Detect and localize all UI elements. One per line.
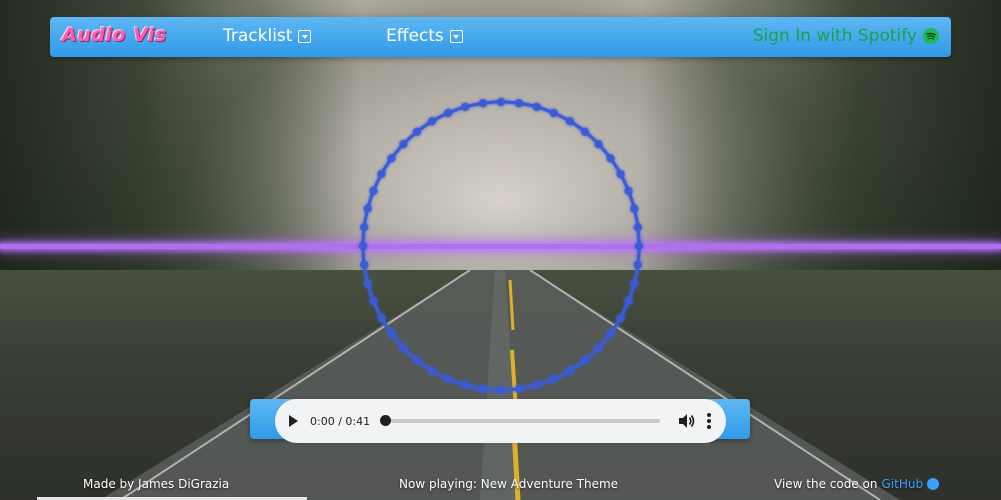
visualizer-bead xyxy=(412,356,422,365)
visualizer-bead xyxy=(580,127,590,136)
app-background: Audio Vis Tracklist Effects Sign In with… xyxy=(0,0,1001,500)
visualizer-bead xyxy=(532,102,541,112)
visualizer-bead xyxy=(478,99,488,108)
visualizer-bead xyxy=(369,296,378,306)
footer-github: View the code on GitHub xyxy=(774,477,940,491)
visualizer-bead xyxy=(594,140,603,149)
duration: 0:41 xyxy=(345,414,371,428)
time-display: 0:00 / 0:41 xyxy=(310,415,370,428)
visualizer-bead xyxy=(444,374,453,384)
tracklist-label: Tracklist xyxy=(223,26,293,46)
github-link[interactable]: GitHub xyxy=(882,477,924,491)
chevron-down-box-icon xyxy=(449,29,463,43)
visualizer-bead xyxy=(532,380,541,390)
navbar: Audio Vis Tracklist Effects Sign In with… xyxy=(50,17,951,57)
visualizer-bead xyxy=(377,313,386,323)
more-vertical-icon[interactable] xyxy=(706,413,712,429)
visualizer-bead xyxy=(630,279,639,288)
visualizer-bead xyxy=(594,343,603,352)
visualizer-bead xyxy=(363,204,372,213)
spotify-signin-button[interactable]: Sign In with Spotify xyxy=(753,26,939,46)
visualizer-bead xyxy=(634,241,644,251)
volume-icon[interactable] xyxy=(678,413,696,429)
progress-slider[interactable] xyxy=(380,415,660,426)
visualizer-bead xyxy=(633,260,642,269)
effects-dropdown[interactable]: Effects xyxy=(386,26,463,46)
visualizer-bead xyxy=(360,260,369,269)
effects-label: Effects xyxy=(386,26,444,46)
audio-player[interactable]: 0:00 / 0:41 xyxy=(275,399,726,443)
time-separator: / xyxy=(334,414,346,428)
current-time: 0:00 xyxy=(310,414,335,428)
visualizer-bead xyxy=(580,356,590,365)
visualizer-bead xyxy=(377,169,386,179)
tracklist-dropdown[interactable]: Tracklist xyxy=(223,26,312,46)
visualizer-bead xyxy=(514,99,524,108)
footer-code-prefix: View the code on xyxy=(774,477,878,491)
visualizer-bead xyxy=(630,204,639,213)
visualizer-bead xyxy=(565,117,575,126)
visualizer-bead xyxy=(412,127,422,136)
footer-credit: Made by James DiGrazia xyxy=(83,477,230,491)
visualizer-bead xyxy=(624,186,633,196)
visualizer-bead xyxy=(427,366,437,375)
visualizer-bead xyxy=(399,140,408,149)
spotify-icon xyxy=(923,28,939,44)
visualizer-bead xyxy=(606,154,615,163)
play-icon[interactable] xyxy=(289,415,298,427)
brand-logo[interactable]: Audio Vis xyxy=(62,24,167,46)
visualizer-bead xyxy=(565,366,575,375)
visualizer-bead xyxy=(399,343,408,352)
visualizer-bead xyxy=(363,279,372,288)
visualizer-bead xyxy=(606,329,615,338)
spotify-signin-label: Sign In with Spotify xyxy=(752,26,917,46)
visualizer-bead xyxy=(369,186,378,196)
github-icon[interactable] xyxy=(927,478,940,490)
visualizer-bead xyxy=(478,384,488,393)
progress-thumb[interactable] xyxy=(380,415,392,426)
visualizer-bead xyxy=(549,374,558,384)
visualizer-bead xyxy=(444,108,453,118)
visualizer-bead xyxy=(387,154,396,163)
visualizer-bead xyxy=(360,223,369,232)
now-playing: Now playing: New Adventure Theme xyxy=(399,477,619,491)
visualizer-bead xyxy=(616,313,625,323)
visualizer-bead xyxy=(496,97,506,107)
visualizer-bead xyxy=(358,241,368,251)
visualizer-bead xyxy=(496,385,506,395)
visualizer-bead xyxy=(461,380,470,390)
visualizer-bead xyxy=(624,296,633,306)
visualizer-bead xyxy=(387,329,396,338)
visualizer-bead xyxy=(633,223,642,232)
visualizer-bead xyxy=(616,169,625,179)
visualizer-bead xyxy=(427,117,437,126)
chevron-down-box-icon xyxy=(298,29,312,43)
visualizer-bead xyxy=(549,108,558,118)
visualizer-bead xyxy=(514,384,524,393)
visualizer-bead xyxy=(461,102,470,112)
circular-visualizer xyxy=(358,97,644,395)
